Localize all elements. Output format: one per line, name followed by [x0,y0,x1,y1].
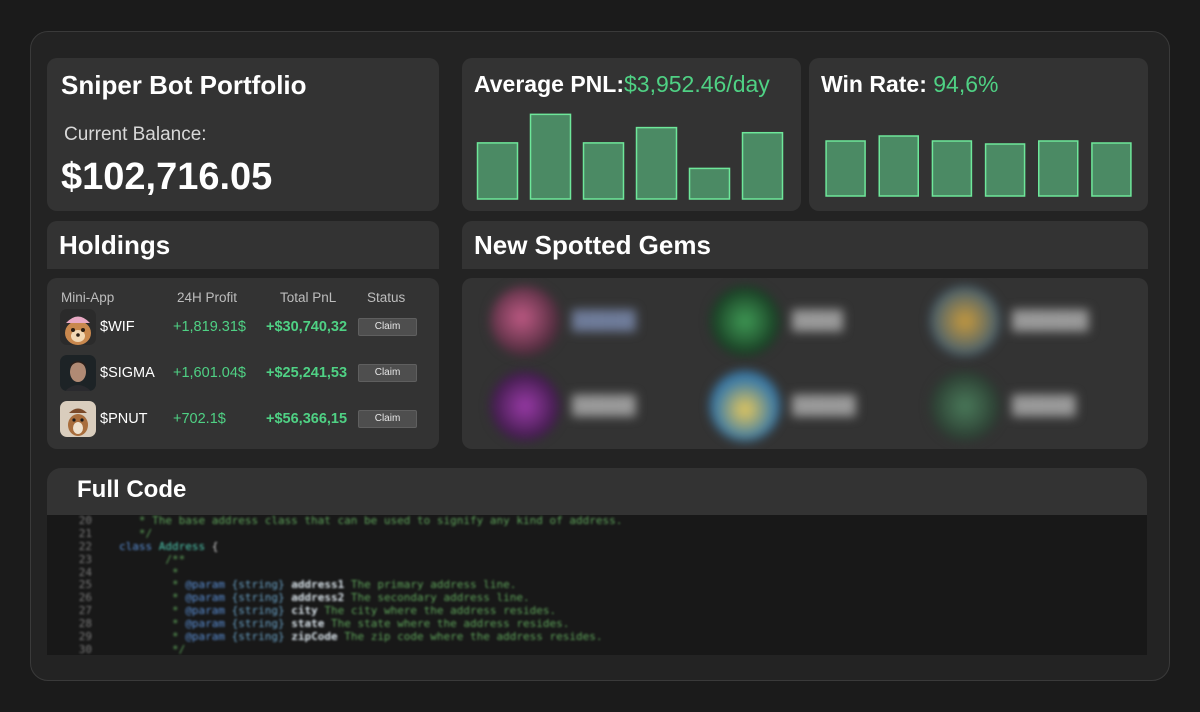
pnl-title: Average PNL:$3,952.46/day [474,71,770,98]
code-view-blurred: 20 * The base address class that can be … [47,515,1147,655]
balance-value: $102,716.05 [61,156,273,198]
chart-bar [931,140,973,197]
code-header: Full Code [47,468,1147,515]
win-rate-card: Win Rate: 94,6% [809,58,1148,211]
code-line: 30 */ [47,642,1147,655]
chart-bar [1091,142,1132,197]
table-row[interactable]: $SIGMA +1,601.04$ +$25,241,53 Claim [47,355,439,391]
table-row[interactable]: $WIF +1,819.31$ +$30,740,32 Claim [47,309,439,345]
gem-item-blurred[interactable]: █████ [490,371,680,441]
holdings-header: Holdings [47,221,439,269]
gem-item-blurred[interactable]: █████ [490,286,680,356]
code-text: class Address { [119,539,219,553]
holdings-table: Mini-App 24H Profit Total PnL Status $WI… [47,278,439,449]
gem-item-blurred[interactable]: ████ [710,286,900,356]
gem-item-blurred[interactable]: █████ [930,371,1120,441]
code-text: * @param {string} address2 The secondary… [119,591,530,605]
code-text: * @param {string} city The city where th… [119,604,557,618]
line-number: 29 [78,630,92,644]
chart-bar [582,142,625,200]
pnut-squirrel-avatar [60,401,96,437]
average-pnl-card: Average PNL:$3,952.46/day [462,58,801,211]
chart-bar [476,142,519,200]
claim-button[interactable]: Claim [358,318,417,336]
table-row[interactable]: $PNUT +702.1$ +$56,366,15 Claim [47,401,439,437]
line-number: 23 [78,552,92,566]
balance-label: Current Balance: [64,124,207,145]
holding-total-pnl: +$30,740,32 [266,319,348,335]
gems-title: New Spotted Gems [474,230,711,260]
code-text: */ [119,526,153,540]
wif-dog-avatar [60,309,96,345]
code-text: * @param {string} zipCode The zip code w… [119,630,603,644]
code-text: * The base address class that can be use… [119,515,623,527]
holdings-title: Holdings [59,230,171,260]
gem-item-blurred[interactable]: █████ [710,371,900,441]
portfolio-card: Sniper Bot Portfolio Current Balance: $1… [47,58,439,211]
win-rate-value: 94,6% [933,71,999,97]
code-line: 20 * The base address class that can be … [47,515,1147,528]
code-line: 23 /** [47,552,1147,567]
holding-total-pnl: +$25,241,53 [266,365,348,381]
column-header-total-pnl: Total PnL [280,290,337,305]
code-line: 29 * @param {string} zipCode The zip cod… [47,630,1147,644]
holding-ticker: $SIGMA [100,365,155,381]
chart-bar [878,135,919,197]
chart-bar [635,126,678,200]
code-text: * @param {string} state The state where … [119,617,570,631]
code-text: /** [119,552,186,566]
column-header-status: Status [367,290,406,305]
chart-bar [741,131,784,200]
code-title: Full Code [77,476,187,503]
chart-bar [688,167,731,200]
holding-total-pnl: +$56,366,15 [266,411,348,427]
chart-bar [529,113,572,200]
code-text: * @param {string} address1 The primary a… [119,578,517,592]
holding-24h-profit: +702.1$ [173,411,226,427]
claim-button[interactable]: Claim [358,364,417,382]
chart-bar [825,140,866,197]
chart-bar [1038,140,1079,197]
chart-bar [984,143,1026,197]
win-rate-title: Win Rate: 94,6% [821,71,998,98]
line-number: 22 [78,539,92,553]
code-text: * [119,565,179,579]
code-line: 22 class Address { [47,539,1147,554]
gems-header: New Spotted Gems [462,221,1148,269]
line-number: 21 [78,526,92,540]
win-rate-label: Win Rate: [821,71,927,97]
portfolio-title: Sniper Bot Portfolio [61,70,307,100]
holding-24h-profit: +1,819.31$ [173,319,246,335]
pnl-label: Average PNL: [474,71,624,97]
holding-ticker: $WIF [100,319,135,335]
line-number: 30 [78,642,92,655]
code-text: */ [119,642,186,655]
code-lines: 20 * The base address class that can be … [47,515,1147,655]
pnl-value: $3,952.46/day [623,71,770,97]
claim-button[interactable]: Claim [358,410,417,428]
column-header-24h-profit: 24H Profit [177,290,238,305]
gem-item-blurred[interactable]: ██████ [930,286,1120,356]
gems-grid-blurred: █████ ████ ██████ █████ █████ █████ [462,278,1148,449]
sigma-avatar [60,355,96,391]
holding-24h-profit: +1,601.04$ [173,365,246,381]
column-header-mini-app: Mini-App [61,290,115,305]
holding-ticker: $PNUT [100,411,148,427]
line-number: 20 [78,515,92,527]
